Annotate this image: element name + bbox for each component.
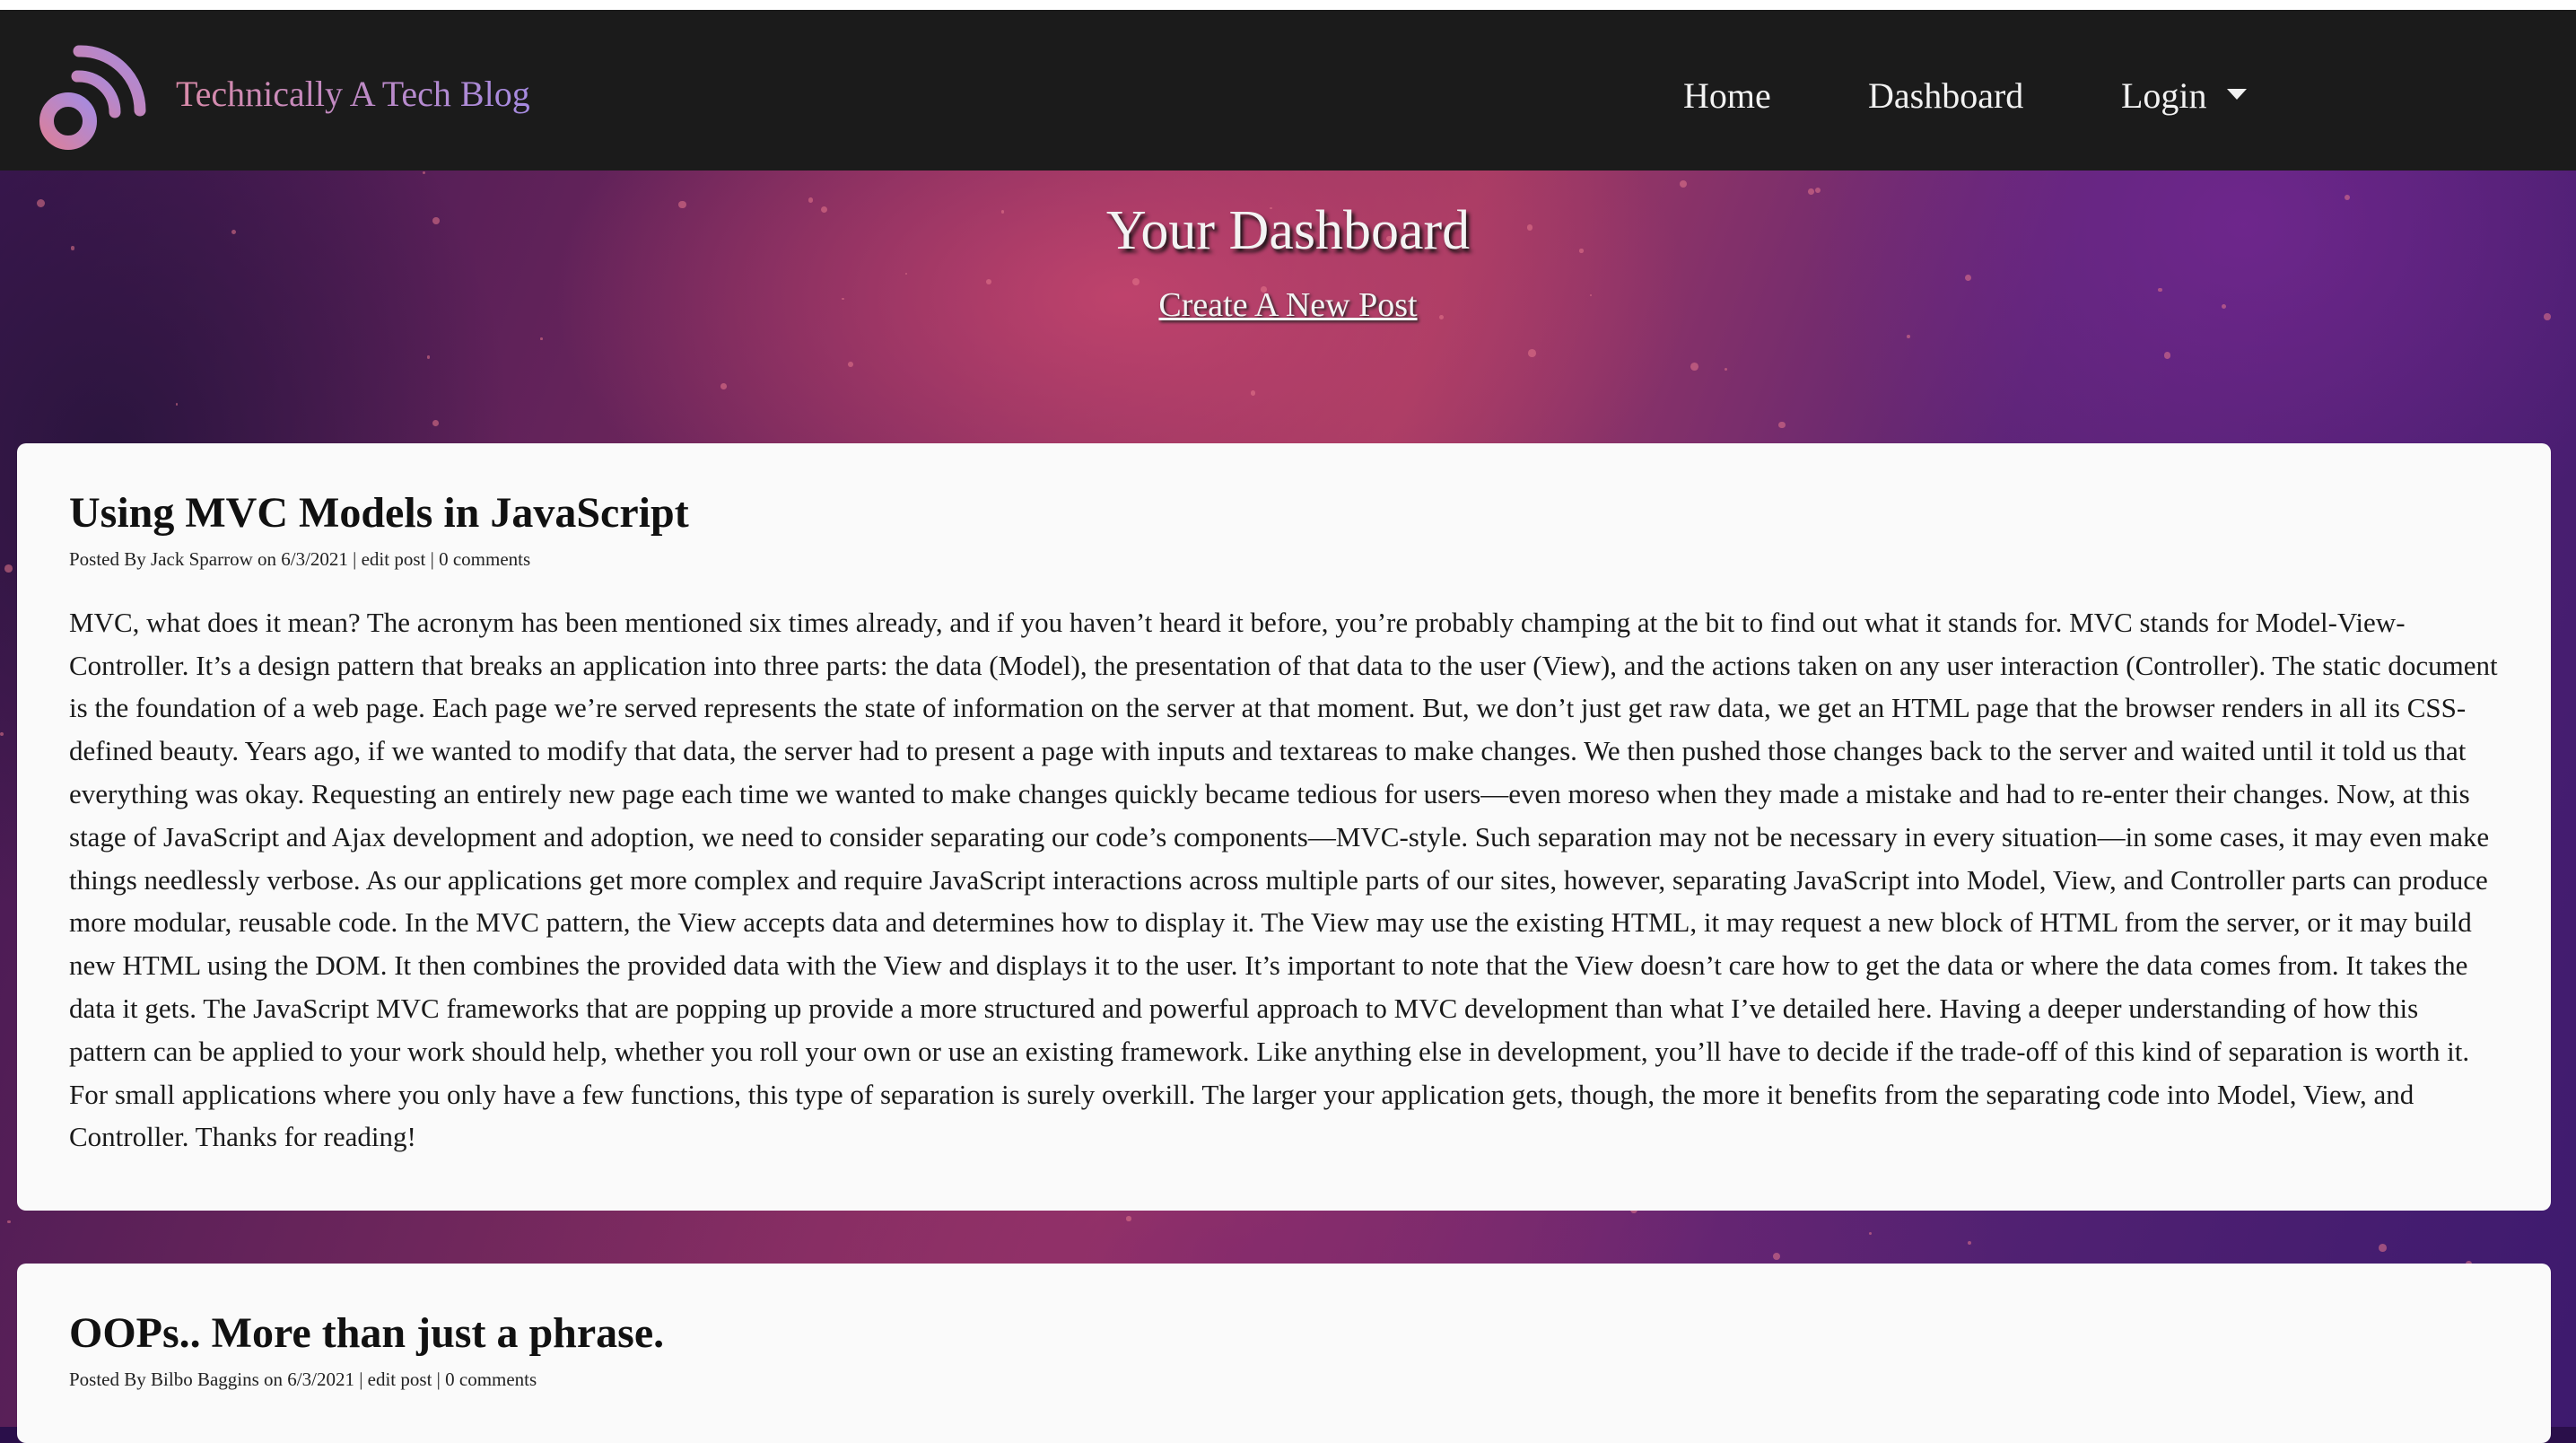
create-post-link[interactable]: Create A New Post (0, 285, 2576, 325)
background-speck (1679, 179, 1687, 188)
nav-home-link[interactable]: Home (1683, 74, 1771, 117)
background-speck (1126, 1216, 1131, 1221)
nav-login-dropdown[interactable]: Login (2121, 74, 2247, 117)
page-title: Your Dashboard (1105, 200, 1471, 261)
caret-down-icon (2226, 88, 2247, 100)
background-speck (2378, 1243, 2387, 1252)
top-navbar: Technically A Tech Blog Home Dashboard L… (0, 0, 2576, 171)
background-speck (1131, 277, 1140, 285)
comments-link[interactable]: 0 comments (439, 548, 530, 570)
background-speck (175, 403, 179, 406)
background-speck (1778, 421, 1786, 429)
post-card: OOPs.. More than just a phrase. Posted B… (17, 1264, 2551, 1443)
post-body: MVC, what does it mean? The acronym has … (69, 606, 2498, 1153)
nav-dashboard-link[interactable]: Dashboard (1868, 74, 2023, 117)
edit-post-link[interactable]: edit post (362, 548, 426, 570)
background-speck (1528, 349, 1537, 357)
background-speck (422, 171, 425, 175)
background-speck (720, 382, 727, 389)
edit-post-link[interactable]: edit post (368, 1369, 432, 1390)
meta-separator: | (425, 547, 440, 570)
background-speck (540, 337, 543, 340)
background-speck (1907, 335, 1910, 338)
post-title[interactable]: Using MVC Models in JavaScript (69, 443, 2499, 538)
background-speck (7, 1220, 11, 1223)
post-card: Using MVC Models in JavaScript Posted By… (17, 443, 2551, 1211)
wifi-b-logo-icon[interactable] (39, 40, 156, 157)
post-meta: Posted By Bilbo Baggins on 6/3/2021 | ed… (69, 1369, 2499, 1391)
background-speck (1807, 188, 1814, 195)
background-speck (4, 564, 13, 573)
brand-title[interactable]: Technically A Tech Blog (176, 73, 530, 115)
background-speck (432, 420, 439, 426)
post-byline: Posted By Bilbo Baggins on 6/3/2021 | (69, 1368, 368, 1390)
post-byline: Posted By Jack Sparrow on 6/3/2021 | (69, 547, 362, 570)
meta-separator: | (432, 1368, 446, 1390)
background-speck (1967, 1241, 1971, 1246)
nav-login-label: Login (2121, 75, 2207, 116)
comments-link[interactable]: 0 comments (445, 1369, 537, 1390)
post-title[interactable]: OOPs.. More than just a phrase. (69, 1264, 2499, 1358)
post-meta: Posted By Jack Sparrow on 6/3/2021 | edi… (69, 548, 2499, 571)
